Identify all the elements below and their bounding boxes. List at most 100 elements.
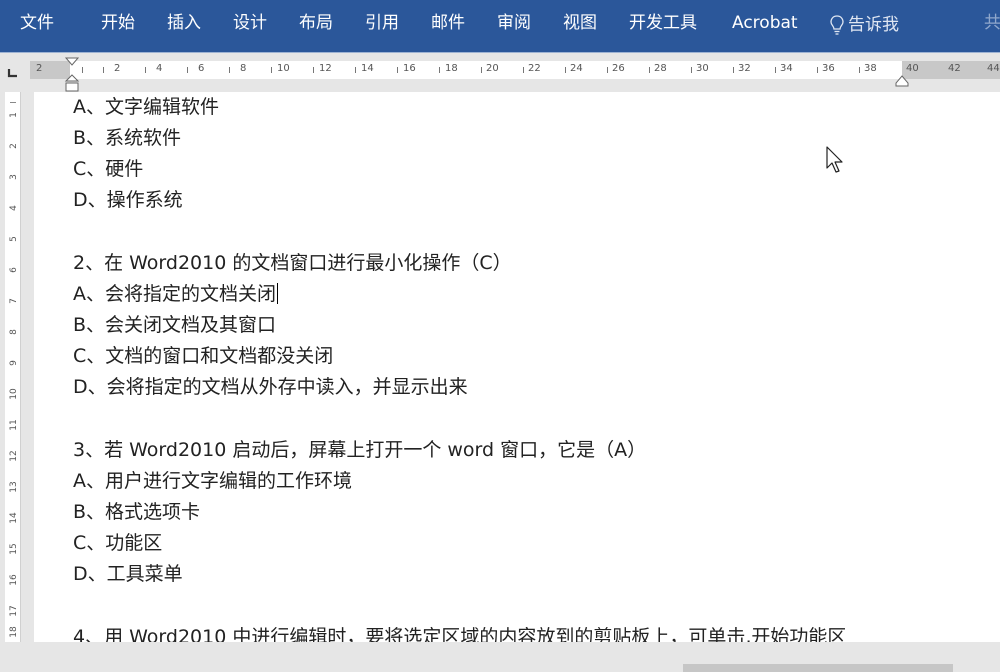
ruler-number: 16: [9, 574, 19, 586]
ruler-tick: [103, 67, 104, 73]
ruler-number: 42: [948, 63, 961, 74]
ruler-tick: [523, 67, 524, 73]
document-line[interactable]: A、用户进行文字编辑的工作环境: [73, 466, 352, 493]
ruler-number: 9: [9, 360, 19, 366]
tab-mailings[interactable]: 邮件: [431, 0, 465, 48]
tab-references[interactable]: 引用: [365, 0, 399, 48]
document-line[interactable]: 4、用 Word2010 中进行编辑时，要将选定区域的内容放到的剪贴板上，可单击…: [73, 622, 846, 642]
ruler-number: 10: [277, 63, 290, 74]
text-caret: [277, 283, 278, 304]
ruler-tick: [565, 67, 566, 73]
share-button[interactable]: 共: [984, 0, 1000, 48]
ruler-number: 30: [696, 63, 709, 74]
document-line[interactable]: 2、在 Word2010 的文档窗口进行最小化操作（C）: [73, 248, 512, 275]
document-line[interactable]: B、格式选项卡: [73, 497, 200, 524]
vertical-ruler[interactable]: 1 2 3 4 5 6 7 8 9 10 11 12 13 14 15 16 1…: [5, 92, 21, 642]
ruler-tick: [397, 67, 398, 73]
tab-layout[interactable]: 布局: [299, 0, 333, 48]
ruler-number: 7: [9, 298, 19, 304]
ruler-tick: [145, 67, 146, 73]
tab-insert[interactable]: 插入: [167, 0, 201, 48]
ruler-tick: [439, 67, 440, 73]
ruler-number: 6: [9, 267, 19, 273]
ruler-number: 12: [319, 63, 332, 74]
tab-acrobat[interactable]: Acrobat: [732, 0, 798, 48]
document-line[interactable]: C、硬件: [73, 154, 143, 181]
ruler-number: 4: [9, 205, 19, 211]
ruler-number: 38: [864, 63, 877, 74]
ruler-tick: [607, 67, 608, 73]
ruler-number: 8: [240, 63, 247, 74]
mouse-pointer-icon: [826, 146, 843, 173]
ruler-number: 32: [738, 63, 751, 74]
ruler-tick: [10, 102, 16, 103]
ruler-number: 18: [445, 63, 458, 74]
ruler-number: 1: [9, 112, 19, 118]
ruler-number: 12: [9, 450, 19, 462]
tab-file[interactable]: 文件: [20, 0, 54, 48]
ruler-number: 20: [486, 63, 499, 74]
ruler-number: 24: [570, 63, 583, 74]
ruler-number: 13: [9, 481, 19, 493]
ruler-number: 14: [9, 512, 19, 524]
ruler-number: 4: [156, 63, 163, 74]
ruler-number: 10: [9, 388, 19, 400]
tab-home[interactable]: 开始: [101, 0, 135, 48]
tab-stop-selector-icon[interactable]: [7, 68, 19, 78]
document-line[interactable]: D、操作系统: [73, 185, 183, 212]
ruler-number: 34: [780, 63, 793, 74]
tab-view[interactable]: 视图: [563, 0, 597, 48]
ruler-number: 11: [9, 419, 19, 431]
ruler-tick: [187, 67, 188, 73]
document-line-with-caret[interactable]: A、会将指定的文档关闭: [73, 279, 278, 306]
ruler-number: 3: [9, 174, 19, 180]
document-line[interactable]: B、会关闭文档及其窗口: [73, 310, 276, 337]
document-line[interactable]: C、功能区: [73, 528, 162, 555]
indent-marker-icon[interactable]: [64, 57, 80, 93]
ruler-number: 6: [198, 63, 205, 74]
ruler-tick: [817, 67, 818, 73]
document-line[interactable]: B、系统软件: [73, 123, 181, 150]
ruler-number: 2: [114, 63, 121, 74]
ruler-tick: [271, 67, 272, 73]
ruler-number: 16: [403, 63, 416, 74]
ruler-number: 36: [822, 63, 835, 74]
tell-me-label: 告诉我: [848, 15, 899, 35]
ruler-tick: [775, 67, 776, 73]
ruler-tick: [355, 67, 356, 73]
ruler-number: 2: [36, 63, 43, 74]
horizontal-ruler[interactable]: 2 2 4 6 8 10 12 14 16 18 20 22 24 26 28 …: [30, 61, 1000, 79]
ruler-number: 18: [9, 626, 19, 638]
ruler-tick: [229, 67, 230, 73]
tab-developer[interactable]: 开发工具: [629, 0, 697, 48]
ruler-tick: [481, 67, 482, 73]
ruler-tick: [82, 67, 83, 73]
ruler-number: 40: [906, 63, 919, 74]
ruler-number: 5: [9, 236, 19, 242]
ruler-tick: [733, 67, 734, 73]
horizontal-scrollbar-thumb[interactable]: [683, 664, 953, 672]
document-line-text[interactable]: A、会将指定的文档关闭: [73, 283, 276, 305]
ruler-bar: 2 2 4 6 8 10 12 14 16 18 20 22 24 26 28 …: [0, 52, 1000, 93]
ruler-number: 17: [9, 605, 19, 617]
ruler-number: 14: [361, 63, 374, 74]
document-line[interactable]: 3、若 Word2010 启动后，屏幕上打开一个 word 窗口，它是（A）: [73, 435, 646, 462]
tell-me-search[interactable]: 告诉我: [830, 0, 899, 48]
ruler-tick: [691, 67, 692, 73]
document-line[interactable]: D、工具菜单: [73, 559, 183, 586]
right-indent-marker-icon[interactable]: [895, 75, 909, 87]
ruler-number: 44: [987, 63, 1000, 74]
ruler-number: 8: [9, 329, 19, 335]
ruler-number: 2: [9, 143, 19, 149]
document-line[interactable]: A、文字编辑软件: [73, 92, 219, 119]
document-page[interactable]: A、文字编辑软件 B、系统软件 C、硬件 D、操作系统 2、在 Word2010…: [34, 92, 1000, 642]
ruler-number: 15: [9, 543, 19, 555]
tab-review[interactable]: 审阅: [497, 0, 531, 48]
ruler-number: 28: [654, 63, 667, 74]
lightbulb-icon: [830, 15, 844, 35]
ruler-tick: [649, 67, 650, 73]
ribbon-tab-bar: 文件 开始 插入 设计 布局 引用 邮件 审阅 视图 开发工具 Acrobat …: [0, 0, 1000, 52]
document-line[interactable]: D、会将指定的文档从外存中读入，并显示出来: [73, 372, 468, 399]
document-line[interactable]: C、文档的窗口和文档都没关闭: [73, 341, 333, 368]
tab-design[interactable]: 设计: [233, 0, 267, 48]
